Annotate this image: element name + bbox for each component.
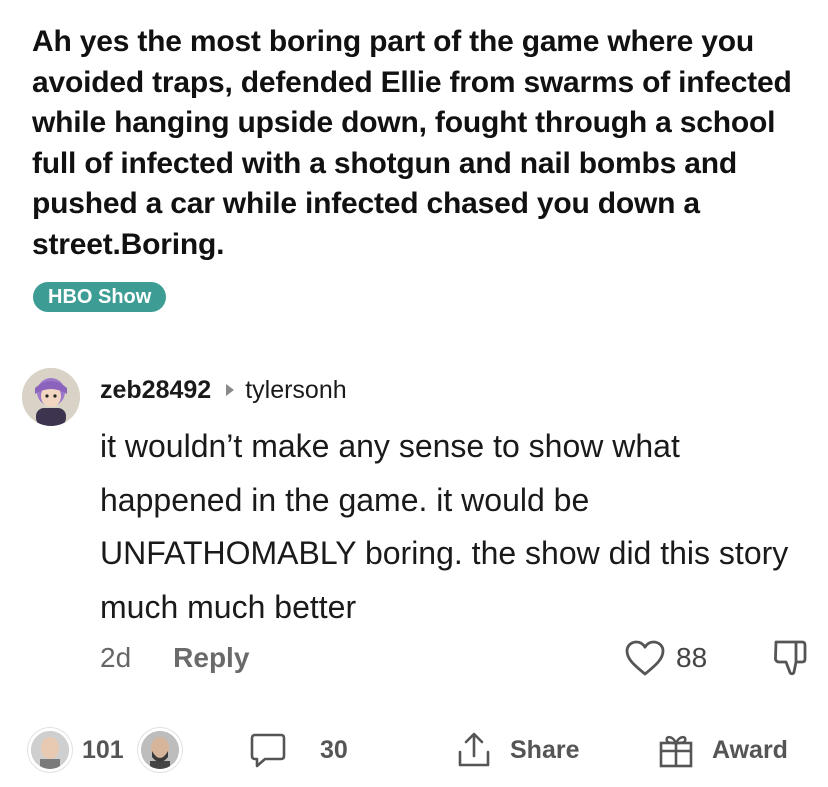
- comment-header: zeb28492 tylersonh: [100, 374, 347, 406]
- comment-count: 30: [320, 735, 348, 764]
- reply-button[interactable]: Reply: [173, 642, 249, 674]
- like-count: 88: [676, 642, 708, 673]
- post-footer: 101 30 Share Award: [0, 724, 828, 776]
- share-label: Share: [510, 735, 580, 764]
- comment-reply-to[interactable]: tylersonh: [245, 376, 346, 405]
- comment-meta: 2d Reply: [100, 640, 249, 676]
- upvote-avatar: [28, 728, 72, 772]
- share-icon: [458, 732, 490, 767]
- award-label: Award: [712, 735, 788, 764]
- upvote-group[interactable]: 101: [28, 724, 182, 776]
- post-flair-badge[interactable]: HBO Show: [33, 282, 167, 312]
- gift-icon: [659, 735, 693, 768]
- reply-arrow-icon: [226, 384, 235, 396]
- comment-bubble-icon: [250, 733, 286, 768]
- comment-author[interactable]: zeb28492: [100, 376, 211, 405]
- heart-icon: [625, 640, 665, 676]
- thumbs-down-icon: [774, 640, 807, 676]
- comment-text: it wouldn’t make any sense to show what …: [100, 428, 789, 625]
- dislike-button[interactable]: [770, 638, 810, 678]
- commenter-avatar[interactable]: [22, 368, 80, 426]
- post-body: Ah yes the most boring part of the game …: [32, 25, 792, 261]
- share-button[interactable]: Share: [454, 724, 579, 776]
- upvote-count: 101: [82, 735, 124, 764]
- comment-age: 2d: [100, 642, 132, 673]
- like-button[interactable]: 88: [624, 638, 707, 678]
- comments-button[interactable]: 30: [248, 724, 348, 776]
- downvote-avatar: [137, 728, 182, 772]
- award-button[interactable]: Award: [656, 724, 788, 776]
